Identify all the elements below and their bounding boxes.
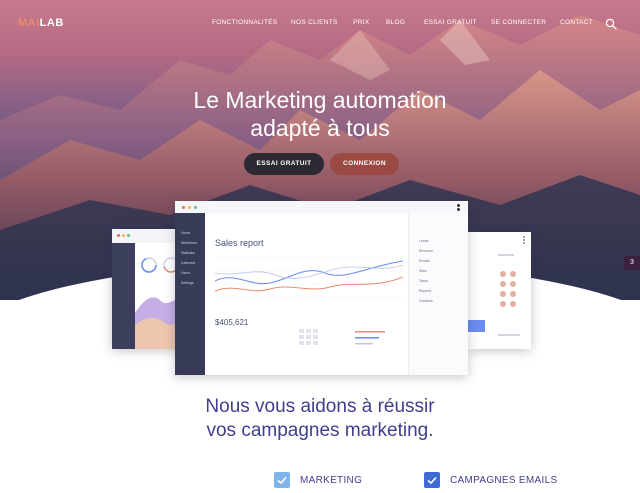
mockup-right-item: Revenue [419, 249, 434, 253]
nav-item-essai-gratuit[interactable]: ESSAI GRATUIT [424, 19, 477, 26]
mockup-right-item: Tasks [419, 279, 428, 283]
mockup-sidebar [112, 243, 135, 349]
mockup-sidebar-item: Home [181, 231, 191, 235]
dashboard-mockup-main: Home Workflows Statistics Calendar Users… [175, 201, 468, 375]
mockup-right-item: Sites [419, 269, 427, 273]
mockup-sidebar-item: Users [181, 271, 191, 275]
nav-item-fonctionnalites[interactable]: FONCTIONNALITÉS [212, 19, 278, 26]
nav-item-se-connecter[interactable]: SE CONNECTER [491, 19, 546, 26]
main-nav: FONCTIONNALITÉS NOS CLIENTS PRIX BLOG ES… [0, 19, 640, 33]
login-button[interactable]: CONNEXION [330, 153, 399, 175]
feature-label: MARKETING [300, 475, 363, 486]
hero-headline-line2: adapté à tous [250, 115, 390, 141]
window-dot [182, 206, 185, 209]
nav-item-nos-clients[interactable]: NOS CLIENTS [291, 19, 338, 26]
mockup-right-item: Reports [419, 289, 432, 293]
hero-headline: Le Marketing automation adapté à tous [0, 86, 640, 142]
hero-headline-line1: Le Marketing automation [193, 87, 447, 113]
check-icon [274, 472, 290, 488]
search-icon[interactable] [605, 18, 617, 30]
mockup-sidebar-item: Settings [181, 281, 194, 285]
window-dot [122, 234, 125, 237]
tagline-line2: vos campagnes marketing. [206, 420, 434, 441]
mockup-sidebar-item: Statistics [181, 251, 196, 255]
window-dot [188, 206, 191, 209]
tagline: Nous vous aidons à réussir vos campagnes… [0, 395, 640, 443]
feature-label: CAMPAGNES EMAILS [450, 475, 558, 486]
mockup-right-column: Leads Revenue Emails Sites Tasks Reports… [408, 213, 468, 375]
window-dot [117, 234, 120, 237]
window-dot [194, 206, 197, 209]
nav-item-blog[interactable]: BLOG [386, 19, 405, 26]
free-trial-button[interactable]: ESSAI GRATUIT [244, 153, 324, 175]
menu-dot [457, 204, 460, 207]
nav-item-contact[interactable]: CONTACT [560, 19, 593, 26]
mini-bars [299, 329, 385, 345]
check-icon [424, 472, 440, 488]
mockup-right-item: Emails [419, 259, 430, 263]
dashboard-mockup-right [468, 232, 531, 349]
mockup-sidebar: Home Workflows Statistics Calendar Users… [175, 213, 205, 375]
menu-dot [457, 208, 460, 211]
window-dot [127, 234, 130, 237]
mockup-titlebar [175, 201, 468, 213]
side-badge[interactable]: 3 [624, 256, 640, 270]
mockup-sidebar-item: Calendar [181, 261, 196, 265]
sales-line-chart [215, 257, 403, 298]
sales-report-title: Sales report [215, 238, 264, 248]
mockup-right-item: Leads [419, 239, 429, 243]
tagline-line1: Nous vous aidons à réussir [205, 396, 435, 417]
mockup-sidebar-item: Workflows [181, 241, 198, 245]
mockup-right-graphics [468, 236, 525, 336]
mockup-right-item: Contacts [419, 299, 433, 303]
nav-item-prix[interactable]: PRIX [353, 19, 369, 26]
sales-total: $405,621 [215, 318, 249, 327]
